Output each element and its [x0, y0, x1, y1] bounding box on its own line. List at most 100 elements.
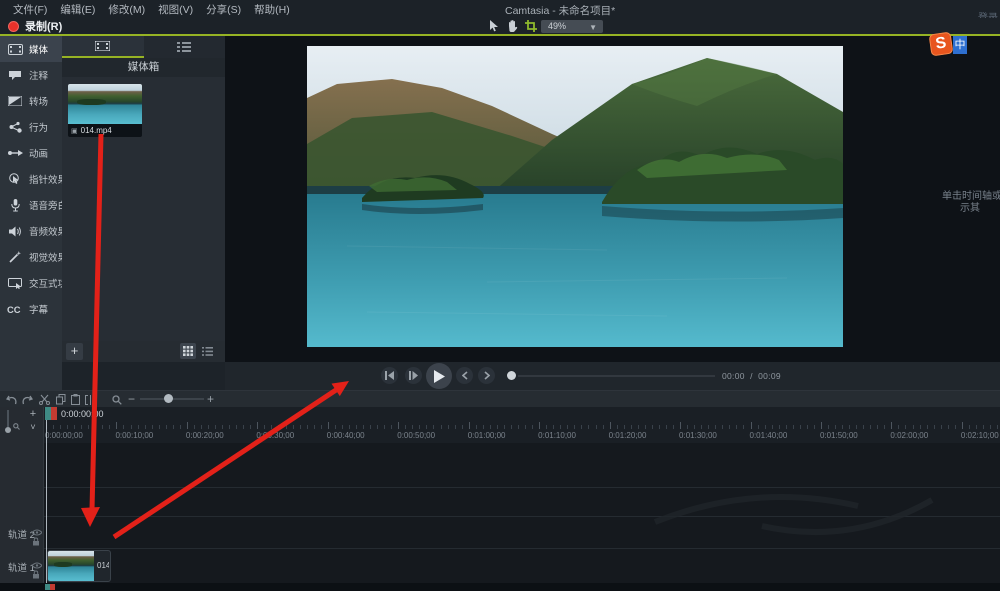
menu-item[interactable]: 视图(V): [158, 1, 193, 19]
media-item-card[interactable]: ▣ 014.mp4: [68, 84, 142, 137]
menu-bar: 文件(F)编辑(E)修改(M)视图(V)分享(S)帮助(H) Camtasia …: [0, 0, 1000, 18]
watermark-cn-badge: 中: [953, 36, 967, 54]
paste-button[interactable]: [69, 393, 82, 406]
timeline-tracks[interactable]: 轨道 2 轨道 1 014.mp4: [0, 443, 1000, 583]
frame-back-icon: [385, 371, 394, 380]
ruler-time-label: 0:01:20;00: [609, 431, 647, 440]
sidebar-item[interactable]: 指针效果: [0, 166, 62, 192]
playhead-line[interactable]: [46, 420, 48, 583]
ruler-time-label: 0:01:50;00: [820, 431, 858, 440]
ruler-time-label: 0:00:00;00: [45, 431, 83, 440]
timeline-clip[interactable]: 014.mp4: [47, 550, 111, 582]
playhead-handle[interactable]: [45, 407, 57, 420]
svg-text:CC: CC: [7, 304, 21, 314]
step-forward-button[interactable]: [405, 367, 422, 384]
media-panel: 媒体箱 ▣ 014.mp4: [62, 36, 225, 362]
media-tabs: [62, 36, 225, 58]
timeline-zoom-knob[interactable]: [164, 394, 173, 403]
track-2-visibility-icon[interactable]: [32, 523, 42, 532]
tab-media-bin[interactable]: [62, 36, 144, 58]
microphone-icon: [7, 199, 23, 212]
crop-tool-icon[interactable]: [523, 19, 538, 33]
sidebar-item[interactable]: 注释: [0, 62, 62, 88]
sidebar-item[interactable]: 动画: [0, 140, 62, 166]
media-item-name: 014.mp4: [81, 126, 112, 135]
sidebar-item[interactable]: 视觉效果: [0, 244, 62, 270]
sidebar-item[interactable]: CC 字幕: [0, 296, 62, 322]
ruler-time-label: 0:00:20;00: [186, 431, 224, 440]
track-2-lock-icon[interactable]: [32, 533, 42, 542]
video-file-icon: ▣: [71, 127, 78, 135]
ruler-time-label: 0:02:00;00: [890, 431, 928, 440]
track-height-slider[interactable]: [7, 410, 9, 427]
grid-icon: [183, 346, 193, 356]
playhead-out-handle[interactable]: [51, 407, 57, 420]
add-track-button[interactable]: +: [26, 408, 40, 420]
zoom-in-button[interactable]: +: [207, 392, 214, 406]
timeline-scroll-strip[interactable]: [0, 583, 1000, 591]
ruler-time-label: 0:00:50;00: [397, 431, 435, 440]
sidebar-item[interactable]: 语音旁白: [0, 192, 62, 218]
record-label: 录制(R): [25, 18, 62, 34]
play-button[interactable]: [426, 363, 452, 389]
track-1-visibility-icon[interactable]: [32, 556, 42, 565]
sidebar-item[interactable]: 转场: [0, 88, 62, 114]
zoom-out-button[interactable]: −: [128, 392, 135, 406]
timeline-ruler[interactable]: 0:00:00;000:00:10;000:00:20;000:00:30;00…: [0, 407, 1000, 443]
cut-button[interactable]: [38, 393, 51, 406]
chevron-down-icon: ▼: [589, 21, 597, 34]
watermark-s-logo: S: [929, 32, 954, 57]
list-icon: [202, 347, 213, 356]
play-icon: [433, 370, 445, 383]
ruler-time-label: 0:01:40;00: [750, 431, 788, 440]
canvas-zoom-dropdown[interactable]: 49% ▼: [541, 20, 603, 33]
scrubber-handle[interactable]: [507, 371, 516, 380]
menu-item[interactable]: 修改(M): [108, 1, 145, 19]
panel-spacer: [62, 362, 225, 390]
media-bin-title: 媒体箱: [62, 58, 225, 77]
scrubber-track[interactable]: [518, 375, 715, 377]
tab-media-list[interactable]: [144, 36, 226, 58]
ruler-time-label: 0:00:30;00: [256, 431, 294, 440]
track-headers: 轨道 2 轨道 1: [0, 443, 44, 583]
add-media-button[interactable]: +: [66, 343, 83, 360]
split-button[interactable]: [84, 393, 97, 406]
undo-button[interactable]: [5, 393, 18, 406]
speaker-icon: [7, 225, 23, 238]
timeline-zoom-icon: [110, 393, 123, 406]
screenshot-watermark: S 中: [930, 32, 990, 58]
menu-item[interactable]: 文件(F): [13, 1, 47, 19]
menu-item[interactable]: 分享(S): [206, 1, 241, 19]
sidebar-item[interactable]: 行为: [0, 114, 62, 140]
ruler-time-label: 0:00:40;00: [327, 431, 365, 440]
redo-button[interactable]: [21, 393, 34, 406]
jump-forward-button[interactable]: [478, 367, 495, 384]
sidebar-item[interactable]: 音频效果: [0, 218, 62, 244]
chevron-right-icon: [484, 371, 490, 380]
cursor-tool-icon[interactable]: [486, 19, 501, 33]
transition-icon: [7, 95, 23, 108]
list-view-button[interactable]: [199, 343, 215, 359]
clip-thumbnail: [48, 551, 94, 581]
video-canvas[interactable]: [307, 46, 843, 347]
grid-view-button[interactable]: [180, 343, 196, 359]
collapse-tracks-button[interactable]: ˅: [26, 421, 40, 433]
canvas-zoom-value: 49%: [548, 21, 566, 31]
record-bar: 录制(R) 49% ▼: [0, 18, 1000, 34]
hand-tool-icon[interactable]: [505, 19, 520, 33]
menu-item[interactable]: 帮助(H): [254, 1, 290, 19]
record-button[interactable]: 录制(R): [8, 18, 62, 34]
sidebar-item-label: 动画: [29, 146, 48, 160]
menu-item[interactable]: 编辑(E): [60, 1, 95, 19]
jump-back-button[interactable]: [456, 367, 473, 384]
clip-name: 014.mp4: [94, 551, 109, 581]
previous-frame-button[interactable]: [381, 367, 398, 384]
track-height-knob[interactable]: [5, 427, 11, 433]
behaviors-icon: [7, 121, 23, 134]
ruler-time-label: 0:01:00;00: [468, 431, 506, 440]
wand-icon: [7, 251, 23, 264]
track-1-lock-icon[interactable]: [32, 566, 42, 575]
copy-button[interactable]: [54, 393, 67, 406]
sidebar-item[interactable]: 交互式功能: [0, 270, 62, 296]
sidebar-item[interactable]: 媒体: [0, 36, 62, 62]
